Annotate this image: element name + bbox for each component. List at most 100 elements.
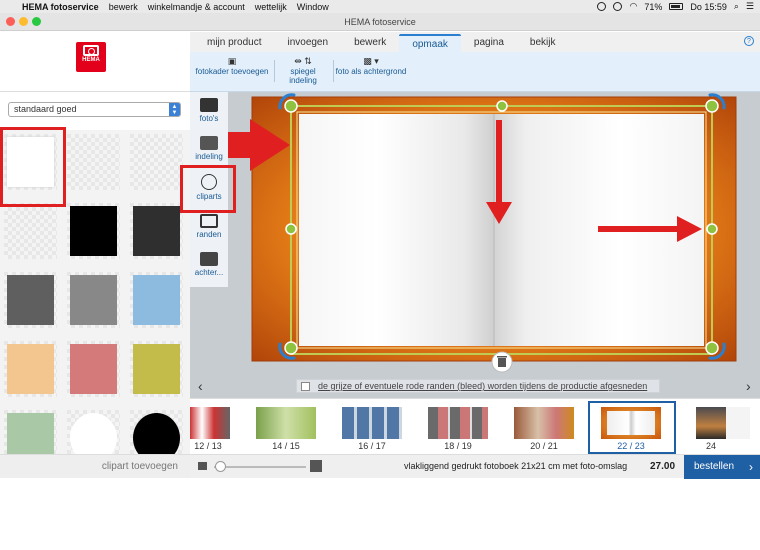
battery-icon[interactable] (669, 3, 684, 10)
previous-page-arrow[interactable]: ‹ (198, 378, 203, 394)
page-thumbnail-selected[interactable] (601, 407, 661, 439)
page-thumbnail[interactable] (190, 407, 230, 439)
sync-icon[interactable] (597, 2, 607, 11)
tab-opmaak[interactable]: opmaak (399, 34, 461, 52)
clipart-category-dropdown[interactable]: standaard goed ▲ ▼ (8, 102, 181, 117)
bleed-notice[interactable]: de grijze of eventuele rode randen (blee… (296, 379, 660, 393)
camera-icon (200, 98, 218, 112)
page-thumbnail-blank[interactable] (726, 407, 750, 439)
zoom-slider-handle[interactable] (215, 461, 226, 472)
clipart-midgrey-square[interactable] (67, 272, 120, 328)
clipart-peach-square[interactable] (4, 341, 57, 397)
status-bar: vlakliggend gedrukt fotoboek 21x21 cm me… (190, 454, 760, 479)
page-thumbnail[interactable] (514, 407, 574, 439)
layout-icon (200, 136, 218, 150)
photo-frame-add-label: fotokader toevoegen (195, 67, 269, 76)
zoom-slider[interactable] (214, 466, 306, 468)
menu-bewerk[interactable]: bewerk (109, 2, 138, 12)
toolbar-divider (274, 60, 275, 82)
photo-frame-add-button[interactable]: ▣ fotokader toevoegen (194, 56, 270, 76)
photo-as-background-button[interactable]: ▩ ▾ foto als achtergrond (335, 56, 407, 76)
side-tool-background[interactable]: achter... (194, 252, 224, 277)
menubar-status: ◠ 71% Do 15:59 ⌕ ☰ (597, 1, 760, 12)
zoom-window-button[interactable] (32, 17, 41, 26)
mirror-icon: ⇹ ⇅ (294, 56, 312, 66)
clipart-transparent-square[interactable] (4, 203, 57, 259)
page-thumbnail[interactable] (428, 407, 488, 439)
order-button-label: bestellen (694, 461, 735, 472)
clipart-transparent-square[interactable] (67, 134, 120, 190)
side-tool-borders[interactable]: randen (194, 214, 224, 239)
side-tool-label: indeling (195, 152, 223, 161)
tab-bewerk[interactable]: bewerk (341, 34, 399, 52)
page-label: 12 / 13 (194, 441, 222, 451)
window-titlebar: HEMA fotoservice (0, 13, 760, 31)
menu-window[interactable]: Window (297, 2, 329, 12)
clipart-rose-square[interactable] (67, 341, 120, 397)
clipart-olive-square[interactable] (130, 341, 183, 397)
clipart-lightblue-square[interactable] (130, 272, 183, 328)
resize-handle-right[interactable] (706, 223, 718, 235)
resize-handle-bottom-right[interactable] (705, 341, 719, 355)
clipart-sage-square[interactable] (4, 410, 57, 454)
page-label: 20 / 21 (530, 441, 558, 451)
clipart-black-square[interactable] (67, 203, 120, 259)
clipart-black-circle[interactable] (130, 410, 183, 454)
page-thumbnail[interactable] (256, 407, 316, 439)
menu-list-icon[interactable]: ☰ (746, 1, 754, 12)
tab-bekijk[interactable]: bekijk (517, 34, 569, 52)
zoom-out-icon[interactable] (198, 462, 207, 470)
chevron-updown-icon: ▲ ▼ (169, 103, 180, 116)
add-clipart-button[interactable]: clipart toevoegen (0, 454, 190, 478)
window-title: HEMA fotoservice (344, 17, 416, 27)
clipart-grey-square[interactable] (4, 272, 57, 328)
clock[interactable]: Do 15:59 (690, 2, 727, 12)
mirror-layout-button[interactable]: ⇹ ⇅ spiegel indeling (276, 56, 330, 85)
side-tool-layout[interactable]: indeling (194, 136, 224, 161)
ribbon-toolbar: ▣ fotokader toevoegen ⇹ ⇅ spiegel indeli… (190, 52, 760, 92)
resize-handle-top[interactable] (496, 100, 508, 112)
page-thumbnail[interactable] (342, 407, 402, 439)
resize-handle-bottom-left[interactable] (284, 341, 298, 355)
clipart-transparent-square[interactable] (130, 134, 183, 190)
photo-frame-icon: ▣ (227, 56, 237, 66)
menu-app-name[interactable]: HEMA fotoservice (22, 2, 99, 12)
price: 27.00 (650, 461, 676, 472)
bleed-notice-text: de grijze of eventuele rode randen (blee… (318, 381, 648, 391)
resize-handle-left[interactable] (285, 223, 297, 235)
highlight-cliparts-tool (180, 165, 236, 213)
zoom-in-icon[interactable] (310, 460, 322, 472)
product-description: vlakliggend gedrukt fotoboek 21x21 cm me… (404, 461, 628, 471)
close-window-button[interactable] (6, 17, 15, 26)
tab-invoegen[interactable]: invoegen (274, 34, 341, 52)
chevron-right-icon: › (749, 460, 753, 474)
user-icon[interactable] (613, 2, 623, 11)
bleed-checkbox[interactable] (301, 382, 310, 392)
side-tool-photos[interactable]: foto's (194, 98, 224, 123)
tab-mijn-product[interactable]: mijn product (194, 34, 274, 52)
resize-handle-top-left[interactable] (284, 99, 298, 113)
help-icon[interactable]: ? (744, 36, 754, 46)
clipart-white-circle[interactable] (67, 410, 120, 454)
page-thumbnail[interactable] (696, 407, 726, 439)
menu-winkelmandje[interactable]: winkelmandje & account (148, 2, 245, 12)
camera-logo-icon (83, 45, 99, 56)
tab-pagina[interactable]: pagina (461, 34, 517, 52)
image-icon: ▩ ▾ (363, 56, 379, 66)
page-label: 14 / 15 (272, 441, 300, 451)
clipart-darkgrey-square[interactable] (130, 203, 183, 259)
photobook-spread[interactable] (190, 92, 760, 398)
dropdown-value: standaard goed (14, 104, 77, 114)
left-page[interactable] (299, 114, 494, 346)
wifi-icon[interactable]: ◠ (629, 1, 637, 12)
page-label: 24 (705, 441, 716, 451)
background-icon (200, 252, 218, 266)
next-page-arrow[interactable]: › (746, 378, 751, 394)
order-button[interactable]: bestellen › (684, 455, 760, 479)
search-icon[interactable]: ⌕ (734, 1, 739, 12)
menu-wettelijk[interactable]: wettelijk (255, 2, 287, 12)
resize-handle-top-right[interactable] (705, 99, 719, 113)
minimize-window-button[interactable] (19, 17, 28, 26)
border-icon (200, 214, 218, 228)
editor-canvas[interactable] (190, 92, 760, 398)
